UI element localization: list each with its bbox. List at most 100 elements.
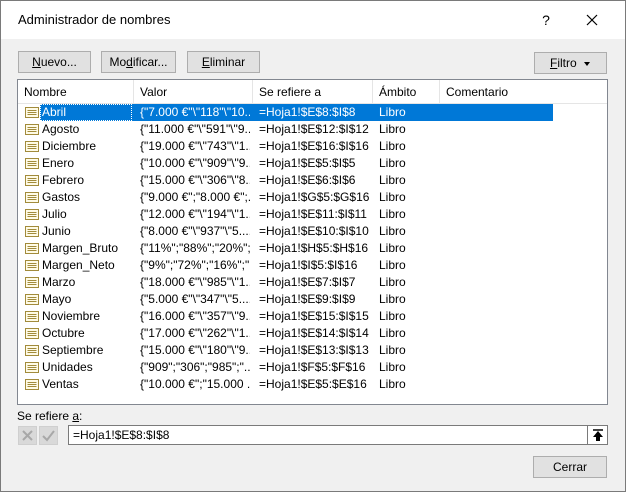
scope-cell: Libro [379,224,406,238]
table-row[interactable]: Unidades {"909";"306";"985";"... =Hoja1!$F… [18,359,607,376]
name-cell: Gastos [42,190,81,204]
table-row[interactable]: Febrero {"15.000 €"\"306"\"8... =Hoja1!$E$… [18,172,607,189]
scope-cell: Libro [379,122,406,136]
named-range-icon [25,209,39,220]
named-range-icon [25,311,39,322]
table-row[interactable]: Agosto {"11.000 €"\"591"\"9... =Hoja1!$E$1… [18,121,607,138]
confirm-check-icon [42,430,55,442]
refers-to-input[interactable]: =Hoja1!$E$8:$I$8 [68,425,608,445]
name-cell: Noviembre [42,309,101,323]
comment-cell [446,291,606,308]
list-header: Nombre Valor Se refiere a Ámbito Comenta… [18,80,607,104]
scope-cell: Libro [379,275,406,289]
collapse-dialog-button[interactable] [587,426,607,444]
table-row[interactable]: Octubre {"17.000 €"\"262"\"1... =Hoja1!$E$… [18,325,607,342]
value-cell: {"12.000 €"\"194"\"1... [140,207,250,221]
name-manager-dialog: Administrador de nombres ? Nuevo... Modi… [0,0,626,492]
scope-cell: Libro [379,292,406,306]
scope-cell: Libro [379,207,406,221]
help-button[interactable]: ? [534,9,558,31]
scope-cell: Libro [379,156,406,170]
table-row[interactable]: Margen_Neto {"9%";"72%";"16%";"... =Hoja1!… [18,257,607,274]
filter-label-post: iltro [557,56,577,70]
new-button[interactable]: Nuevo... [18,51,91,73]
name-cell: Diciembre [42,139,97,153]
title-bar: Administrador de nombres ? [1,1,625,39]
table-row[interactable]: Gastos {"9.000 €";"8.000 €";... =Hoja1!$G$… [18,189,607,206]
name-cell: Junio [42,224,71,238]
modify-label-pre: Mo [109,55,127,69]
comment-cell [446,376,606,393]
scope-cell: Libro [379,377,406,391]
value-cell: {"909";"306";"985";"... [140,360,250,374]
named-range-icon [25,345,39,356]
delete-button[interactable]: Eliminar [187,51,260,73]
comment-cell [446,189,606,206]
ref-cell: =Hoja1!$E$8:$I$8 [259,105,356,119]
value-cell: {"15.000 €"\"180"\"9... [140,343,250,357]
table-row[interactable]: Junio {"8.000 €"\"937"\"5.... =Hoja1!$E$10… [18,223,607,240]
name-cell: Unidades [42,360,93,374]
cancel-x-icon [22,430,33,441]
collapse-dialog-icon [593,429,603,441]
comment-cell [446,223,606,240]
comment-cell [446,206,606,223]
named-range-icon [25,294,39,305]
value-cell: {"18.000 €"\"985"\"1... [140,275,250,289]
scope-cell: Libro [379,139,406,153]
table-row[interactable]: Margen_Bruto {"11%";"88%";"20%";... =Hoja1… [18,240,607,257]
name-cell: Enero [42,156,75,170]
table-row[interactable]: Enero {"10.000 €"\"909"\"9... =Hoja1!$E$5:… [18,155,607,172]
table-row[interactable]: Noviembre {"16.000 €"\"357"\"9... =Hoja1!$… [18,308,607,325]
ref-cell: =Hoja1!$E$6:$I$6 [259,173,356,187]
ref-cell: =Hoja1!$I$5:$I$16 [259,258,358,272]
comment-cell [446,138,606,155]
column-header-valor[interactable]: Valor [134,80,253,104]
value-cell: {"15.000 €"\"306"\"8... [140,173,250,187]
value-cell: {"17.000 €"\"262"\"1... [140,326,250,340]
name-cell: Margen_Bruto [42,241,119,255]
scope-cell: Libro [379,309,406,323]
column-header-refiere[interactable]: Se refiere a [253,80,373,104]
name-cell: Abril [40,104,132,121]
table-row[interactable]: Septiembre {"15.000 €"\"180"\"9... =Hoja1!… [18,342,607,359]
ref-cell: =Hoja1!$E$10:$I$10 [259,224,369,238]
table-row[interactable]: Ventas {"10.000 €";"15.000 ... =Hoja1!$E$5… [18,376,607,393]
name-cell: Margen_Neto [42,258,115,272]
column-header-ambito[interactable]: Ámbito [373,80,440,104]
scope-cell: Libro [379,190,406,204]
modify-button[interactable]: Modificar... [101,51,176,73]
names-list[interactable]: Nombre Valor Se refiere a Ámbito Comenta… [17,79,608,405]
scope-cell: Libro [379,241,406,255]
close-button[interactable] [578,8,606,32]
filter-button[interactable]: Filtro [534,52,607,74]
table-row[interactable]: Julio {"12.000 €"\"194"\"1... =Hoja1!$E$11… [18,206,607,223]
caret-down-icon [584,61,591,66]
cancel-edit-button[interactable] [18,426,37,445]
new-label-key: N [32,55,41,69]
refers-label-pre: Se refiere [17,409,73,423]
confirm-edit-button[interactable] [39,426,58,445]
scope-cell: Libro [379,105,406,119]
refers-to-label: Se refiere a: [17,409,82,423]
close-dialog-button[interactable]: Cerrar [533,456,607,478]
named-range-icon [25,328,39,339]
modify-label-post: ificar... [132,55,168,69]
ref-cell: =Hoja1!$F$5:$F$16 [259,360,366,374]
ref-cell: =Hoja1!$E$11:$I$11 [259,207,367,221]
table-row[interactable]: Mayo {"5.000 €"\"347"\"5.... =Hoja1!$E$9:$… [18,291,607,308]
comment-cell [446,308,606,325]
column-header-nombre[interactable]: Nombre [18,80,134,104]
table-row[interactable]: Diciembre {"19.000 €"\"743"\"1... =Hoja1!$… [18,138,607,155]
name-cell: Ventas [42,377,79,391]
table-row[interactable]: Abril {"7.000 €"\"118"\"10... =Hoja1!$E$8:… [18,104,607,121]
value-cell: {"16.000 €"\"357"\"9... [140,309,250,323]
value-cell: {"5.000 €"\"347"\"5.... [140,292,250,306]
ref-cell: =Hoja1!$E$13:$I$13 [259,343,369,357]
named-range-icon [25,158,39,169]
table-row[interactable]: Marzo {"18.000 €"\"985"\"1... =Hoja1!$E$7:… [18,274,607,291]
named-range-icon [25,141,39,152]
ref-cell: =Hoja1!$G$5:$G$16 [259,190,370,204]
column-header-comentario[interactable]: Comentario [440,80,607,104]
named-range-icon [25,260,39,271]
